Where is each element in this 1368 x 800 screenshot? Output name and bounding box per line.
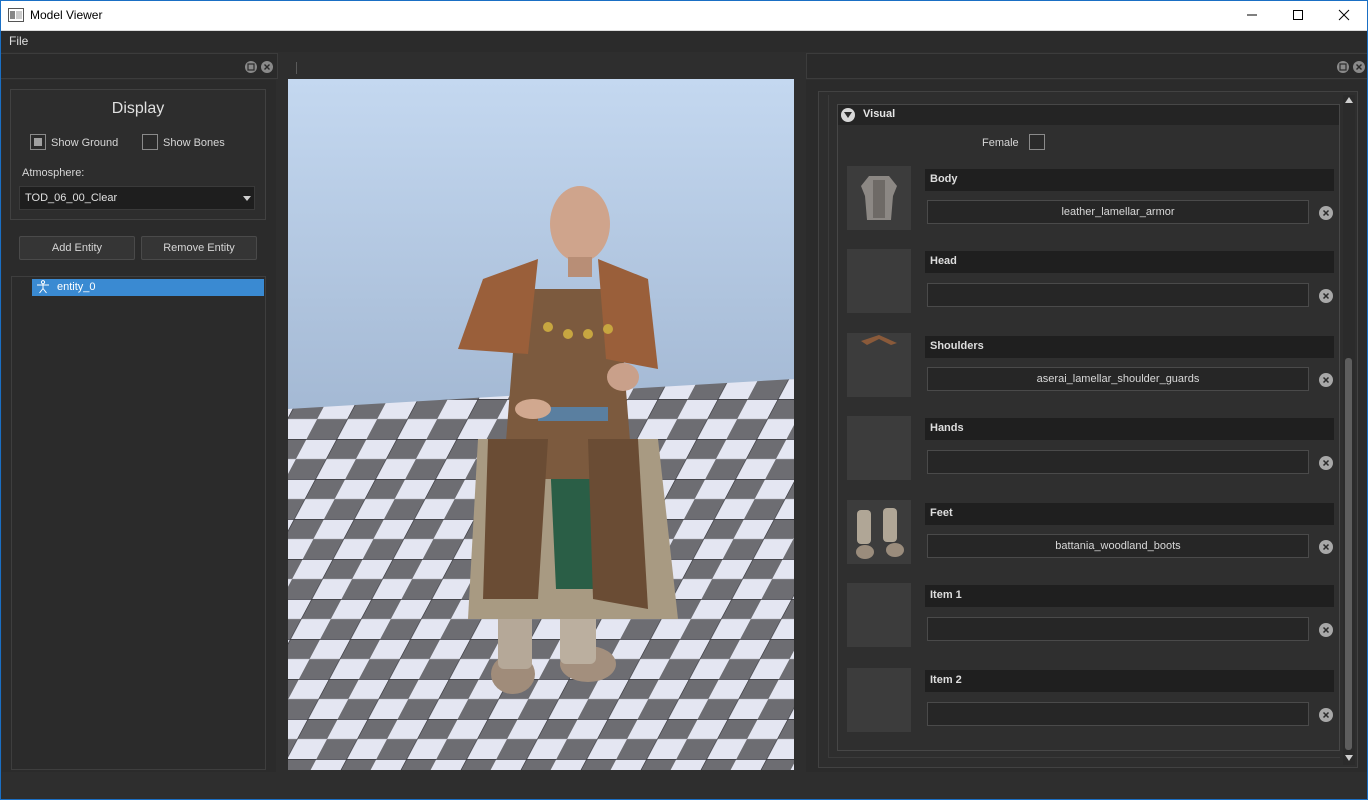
viewport-grip-handle[interactable] (296, 62, 297, 74)
person-icon (37, 280, 49, 294)
body-slot-field[interactable]: leather_lamellar_armor (927, 200, 1309, 224)
item2-thumbnail (847, 668, 911, 732)
right-dock-title-bar (806, 53, 1368, 79)
scrollbar-thumb[interactable] (1345, 358, 1352, 750)
item2-slot-title: Item 2 (925, 670, 1334, 692)
right-dock-float-button[interactable] (1337, 61, 1349, 73)
shoulders-thumbnail (847, 333, 911, 397)
maximize-button[interactable] (1275, 0, 1321, 30)
item2-slot-field[interactable] (927, 702, 1309, 726)
boots-icon (856, 508, 904, 559)
clear-icon (1322, 292, 1330, 300)
feet-clear-button[interactable] (1319, 540, 1333, 554)
chevron-down-icon (243, 196, 251, 201)
atmosphere-value: TOD_06_00_Clear (25, 192, 118, 204)
entity-label: entity_0 (57, 281, 96, 293)
window-title: Model Viewer (30, 8, 103, 22)
left-dock-close-button[interactable] (261, 61, 273, 73)
close-icon (1338, 9, 1350, 21)
hands-clear-button[interactable] (1319, 456, 1333, 470)
show-bones-label: Show Bones (163, 137, 225, 149)
head-thumbnail (847, 249, 911, 313)
female-checkbox[interactable] (1029, 134, 1045, 150)
maximize-icon (1293, 10, 1303, 20)
remove-entity-button[interactable]: Remove Entity (141, 236, 257, 260)
minimize-icon (1247, 14, 1257, 16)
float-icon (1339, 63, 1347, 71)
clear-icon (1322, 711, 1330, 719)
hands-slot-field[interactable] (927, 450, 1309, 474)
female-label: Female (982, 137, 1019, 149)
armor-icon (861, 176, 897, 220)
head-slot-title: Head (925, 251, 1334, 273)
item1-slot-field[interactable] (927, 617, 1309, 641)
add-entity-button[interactable]: Add Entity (19, 236, 135, 260)
shoulders-slot-title: Shoulders (925, 336, 1334, 358)
3d-viewport[interactable] (288, 79, 794, 770)
item1-slot-title: Item 1 (925, 585, 1334, 607)
shoulders-slot-field[interactable]: aserai_lamellar_shoulder_guards (927, 367, 1309, 391)
body-slot-title: Body (925, 169, 1334, 191)
head-clear-button[interactable] (1319, 289, 1333, 303)
clear-icon (1322, 626, 1330, 634)
menu-bar (0, 31, 1368, 52)
hands-thumbnail (847, 416, 911, 480)
show-ground-label: Show Ground (51, 137, 119, 149)
close-window-button[interactable] (1321, 0, 1367, 30)
scroll-up-icon[interactable] (1344, 96, 1354, 104)
left-dock-title-bar (0, 53, 278, 79)
body-clear-button[interactable] (1319, 206, 1333, 220)
left-dock-float-button[interactable] (245, 61, 257, 73)
menu-file[interactable]: File (9, 34, 28, 48)
close-icon (1356, 64, 1362, 70)
display-title: Display (111, 100, 165, 117)
minimize-button[interactable] (1229, 0, 1275, 30)
viewport-scene (288, 79, 794, 770)
status-bar (0, 772, 1368, 800)
chevron-down-icon (844, 112, 852, 118)
hands-slot-title: Hands (925, 418, 1334, 440)
checkbox-check-icon (34, 138, 42, 146)
scroll-down-icon[interactable] (1344, 754, 1354, 762)
clear-icon (1322, 209, 1330, 217)
item2-clear-button[interactable] (1319, 708, 1333, 722)
feet-slot-field[interactable]: battania_woodland_boots (927, 534, 1309, 558)
atmosphere-label: Atmosphere: (22, 167, 85, 179)
visual-title: Visual (863, 108, 896, 120)
visual-header[interactable] (838, 105, 1339, 125)
feet-thumbnail (847, 500, 911, 564)
close-icon (264, 64, 270, 70)
head-slot-field[interactable] (927, 283, 1309, 307)
body-thumbnail (847, 166, 911, 230)
item1-thumbnail (847, 583, 911, 647)
right-dock-close-button[interactable] (1353, 61, 1365, 73)
shoulders-clear-button[interactable] (1319, 373, 1333, 387)
clear-icon (1322, 459, 1330, 467)
show-bones-checkbox[interactable] (142, 134, 158, 150)
entity-tree (11, 276, 266, 770)
shoulder-guards-icon (861, 335, 897, 345)
feet-slot-title: Feet (925, 503, 1334, 525)
show-ground-checkbox[interactable] (30, 134, 46, 150)
title-bar (0, 0, 1368, 31)
item1-clear-button[interactable] (1319, 623, 1333, 637)
float-icon (247, 63, 255, 71)
clear-icon (1322, 376, 1330, 384)
viewport-header (280, 53, 804, 79)
clear-icon (1322, 543, 1330, 551)
app-icon (8, 8, 24, 22)
collapse-toggle-button[interactable] (841, 108, 855, 122)
